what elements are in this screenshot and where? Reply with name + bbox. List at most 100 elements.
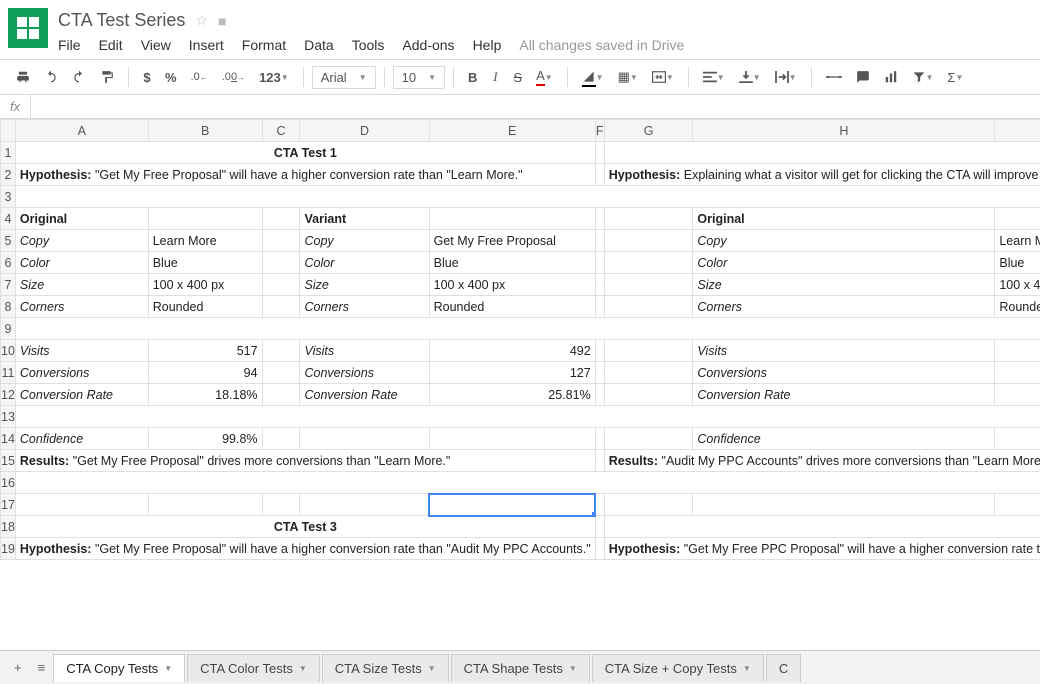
font-size-select[interactable]: 10▼ <box>393 66 445 89</box>
text-color-button[interactable]: A ▼ <box>530 64 559 90</box>
currency-button[interactable]: $ <box>137 66 157 89</box>
cell[interactable] <box>300 428 429 450</box>
cell[interactable]: Variant <box>300 208 429 230</box>
cell[interactable]: 100 x 400 px <box>995 274 1040 296</box>
cell[interactable]: 109 <box>995 362 1040 384</box>
cell[interactable] <box>604 362 693 384</box>
spreadsheet-grid[interactable]: A B C D E F G H I J K L M 1 CTA Test 1 C… <box>0 119 1040 681</box>
cell[interactable]: CTA Test 1 <box>15 142 595 164</box>
cell[interactable] <box>429 428 595 450</box>
cell[interactable] <box>262 362 300 384</box>
cell[interactable]: Visits <box>300 340 429 362</box>
sheet-tab[interactable]: CTA Shape Tests▼ <box>451 654 590 682</box>
cell[interactable]: Blue <box>995 252 1040 274</box>
chart-button[interactable] <box>878 66 904 88</box>
cell[interactable] <box>604 384 693 406</box>
cell[interactable]: Hypothesis: "Get My Free Proposal" will … <box>15 538 595 560</box>
menu-format[interactable]: Format <box>242 37 286 53</box>
decrease-decimal-button[interactable]: .0← <box>185 67 214 87</box>
cell[interactable]: Corners <box>693 296 995 318</box>
cell[interactable]: Learn More <box>995 230 1040 252</box>
cell[interactable]: 517 <box>148 340 262 362</box>
cell[interactable]: Get My Free Proposal <box>429 230 595 252</box>
cell[interactable]: Rounded <box>429 296 595 318</box>
sheet-tab[interactable]: CTA Size Tests▼ <box>322 654 449 682</box>
select-all-corner[interactable] <box>1 120 16 142</box>
menu-addons[interactable]: Add-ons <box>402 37 454 53</box>
cell[interactable]: Copy <box>15 230 148 252</box>
cell[interactable] <box>595 384 604 406</box>
selection-handle[interactable] <box>592 512 596 516</box>
fill-color-button[interactable]: ◢ ▼ <box>576 64 610 91</box>
wrap-button[interactable]: ▼ <box>769 67 803 87</box>
cell[interactable]: Original <box>693 208 995 230</box>
cell[interactable]: Size <box>300 274 429 296</box>
cell[interactable]: Results: "Get My Free Proposal" drives m… <box>15 450 595 472</box>
cell[interactable]: Original <box>15 208 148 230</box>
row-header[interactable]: 10 <box>1 340 16 362</box>
cell[interactable] <box>262 274 300 296</box>
tab-menu-icon[interactable]: ▼ <box>743 664 751 673</box>
borders-button[interactable]: ▦ ▼ <box>612 65 644 89</box>
cell[interactable]: 17.90% <box>995 384 1040 406</box>
col-header[interactable]: I <box>995 120 1040 142</box>
cell[interactable] <box>595 164 604 186</box>
cell[interactable]: 25.81% <box>429 384 595 406</box>
cell[interactable]: Conversions <box>15 362 148 384</box>
percent-button[interactable]: % <box>159 66 183 89</box>
increase-decimal-button[interactable]: .00→ <box>216 67 251 87</box>
cell[interactable] <box>595 340 604 362</box>
cell[interactable]: Blue <box>148 252 262 274</box>
cell[interactable] <box>595 516 604 538</box>
cell[interactable]: Conversions <box>693 362 995 384</box>
italic-button[interactable]: I <box>485 65 505 89</box>
col-header[interactable]: H <box>693 120 995 142</box>
cell[interactable]: Color <box>15 252 148 274</box>
row-header[interactable]: 9 <box>1 318 16 340</box>
cell[interactable]: Color <box>693 252 995 274</box>
cell[interactable]: Learn More <box>148 230 262 252</box>
cell[interactable] <box>429 208 595 230</box>
link-button[interactable] <box>820 67 848 87</box>
cell[interactable] <box>262 230 300 252</box>
col-header[interactable]: A <box>15 120 148 142</box>
cell[interactable] <box>148 494 262 516</box>
cell[interactable] <box>995 494 1040 516</box>
number-format-button[interactable]: 123 ▼ <box>253 66 295 89</box>
row-header[interactable]: 17 <box>1 494 16 516</box>
row-header[interactable]: 2 <box>1 164 16 186</box>
cell[interactable]: CTA Test 4 <box>604 516 1040 538</box>
cell[interactable] <box>262 296 300 318</box>
cell[interactable]: 94 <box>148 362 262 384</box>
cell[interactable] <box>604 296 693 318</box>
row-header[interactable]: 14 <box>1 428 16 450</box>
row-header[interactable]: 5 <box>1 230 16 252</box>
tab-menu-icon[interactable]: ▼ <box>164 664 172 673</box>
cell[interactable]: Rounded <box>148 296 262 318</box>
menu-insert[interactable]: Insert <box>189 37 224 53</box>
sheet-tab[interactable]: CTA Copy Tests▼ <box>53 654 185 682</box>
functions-button[interactable]: Σ ▼ <box>941 66 969 89</box>
cell[interactable] <box>604 340 693 362</box>
cell[interactable]: 95.70% <box>995 428 1040 450</box>
comment-button[interactable] <box>850 66 876 88</box>
row-header[interactable]: 15 <box>1 450 16 472</box>
sheets-logo[interactable] <box>8 8 48 48</box>
strikethrough-button[interactable]: S <box>507 66 528 89</box>
sheet-tab[interactable]: CTA Color Tests▼ <box>187 654 320 682</box>
sheet-tab[interactable]: CTA Size + Copy Tests▼ <box>592 654 764 682</box>
menu-help[interactable]: Help <box>473 37 502 53</box>
document-title[interactable]: CTA Test Series <box>58 10 185 31</box>
cell[interactable] <box>693 494 995 516</box>
all-sheets-button[interactable]: ≡ <box>30 656 54 679</box>
cell[interactable] <box>262 252 300 274</box>
selected-cell[interactable] <box>429 494 595 516</box>
menu-file[interactable]: File <box>58 37 81 53</box>
cell[interactable] <box>262 208 300 230</box>
cell[interactable]: Hypothesis: Explaining what a visitor wi… <box>604 164 1040 186</box>
cell[interactable]: Copy <box>300 230 429 252</box>
row-header[interactable]: 6 <box>1 252 16 274</box>
sheet-tab[interactable]: C <box>766 654 801 682</box>
cell[interactable]: Corners <box>300 296 429 318</box>
cell[interactable]: 492 <box>429 340 595 362</box>
